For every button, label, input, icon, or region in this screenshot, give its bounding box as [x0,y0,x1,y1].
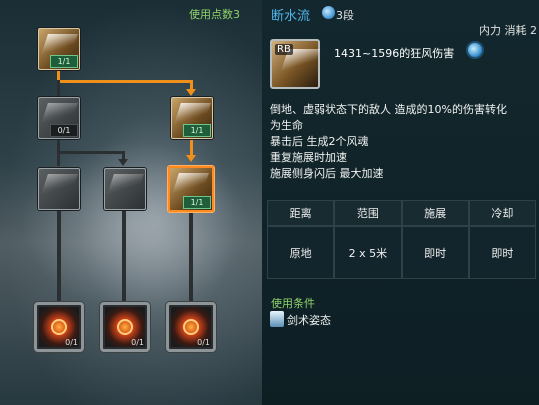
stat-value-cooldown: 即时 [468,226,536,279]
path-t2left-horizontal [57,151,125,154]
skill-tree-panel: 使用点数3 1/1 0/1 1/1 1/1 0/1 0/1 0/1 [0,0,262,405]
stat-value-range-cell: 2 x 5米 [334,226,402,279]
node-level-badge: 1/1 [183,196,211,209]
arrow-to-t3-b [118,159,128,166]
node-level-badge: 0/1 [65,338,78,347]
skill-node-t2-right[interactable]: 1/1 [171,97,213,139]
skill-node-root[interactable]: 1/1 [38,28,80,70]
stage-orb-icon [322,6,335,19]
skill-node-t3-c-selected[interactable]: 1/1 [168,166,214,212]
node-level-badge: 0/1 [131,338,144,347]
condition-title: 使用条件 [271,297,315,310]
skill-icon: RB [270,39,321,89]
sword-stance-icon [270,311,284,327]
hotkey-label: RB [275,44,293,55]
skill-info-panel: 断水流 3段 内力 消耗 2 RB 1431~1596的狂风伤害 倒地、虚弱状态… [262,0,539,405]
skill-node-t3-b[interactable] [104,168,146,210]
arrow-to-t2-right [186,89,196,96]
node-level-badge: 1/1 [183,124,211,137]
stat-value-cast: 即时 [401,226,469,279]
skill-cost: 内力 消耗 2 [479,24,537,37]
stat-header-cast: 施展 [401,200,469,226]
skill-node-t4-c[interactable]: 0/1 [166,302,216,352]
path-t2left-to-t3a [57,151,60,166]
sun-emblem-icon [117,319,133,335]
description-line: 倒地、虚弱状态下的敌人 造成的10%的伤害转化 [270,103,507,116]
wind-sword-icon [106,174,144,198]
description-line: 为生命 [270,119,303,132]
path-root-horizontal [57,80,193,83]
description-line: 重复施展时加速 [270,151,347,164]
node-level-badge: 0/1 [50,124,78,137]
skill-stats-table: 距离 范围 施展 冷却 原地 2 x 5米 即时 即时 [267,200,536,279]
node-level-badge: 1/1 [50,55,78,68]
stat-header-cooldown: 冷却 [468,200,536,226]
path-t2right-down [190,140,193,156]
stat-header-range: 范围 [334,200,402,226]
background-mist [20,140,250,310]
points-used-label: 使用点数3 [189,8,240,21]
skill-node-t2-left[interactable]: 0/1 [38,97,80,139]
node-level-badge: 0/1 [197,338,210,347]
sun-emblem-icon [183,319,199,335]
stats-value-row: 原地 2 x 5米 即时 即时 [267,226,536,279]
skill-stage: 3段 [336,9,354,22]
path-left-down [57,80,60,96]
skill-description: 倒地、虚弱状态下的敌人 造成的10%的伤害转化 为生命 暴击后 生成2个风魂 重… [270,102,532,182]
skill-node-t3-a[interactable] [38,168,80,210]
skill-node-t4-b[interactable]: 0/1 [100,302,150,352]
stats-header-row: 距离 范围 施展 冷却 [267,200,536,226]
wind-sword-icon [40,174,78,198]
skill-node-t4-a[interactable]: 0/1 [34,302,84,352]
description-line: 暴击后 生成2个风魂 [270,135,369,148]
path-t3c-down [189,213,193,303]
stat-header-distance: 距离 [267,200,335,226]
path-t3b-down [122,211,126,303]
wind-element-icon [468,43,482,57]
stat-value-range: 2 x 5米 [348,247,388,260]
condition-text: 剑术姿态 [287,314,331,327]
sun-emblem-icon [51,319,67,335]
wind-sword-icon [171,173,209,197]
description-line: 施展侧身闪后 最大加速 [270,167,384,180]
skill-name: 断水流 [271,9,311,24]
stat-value-distance: 原地 [267,226,335,279]
arrow-to-t3-c [186,155,196,162]
damage-text: 1431~1596的狂风伤害 [334,47,455,60]
path-t3a-down [57,211,61,303]
